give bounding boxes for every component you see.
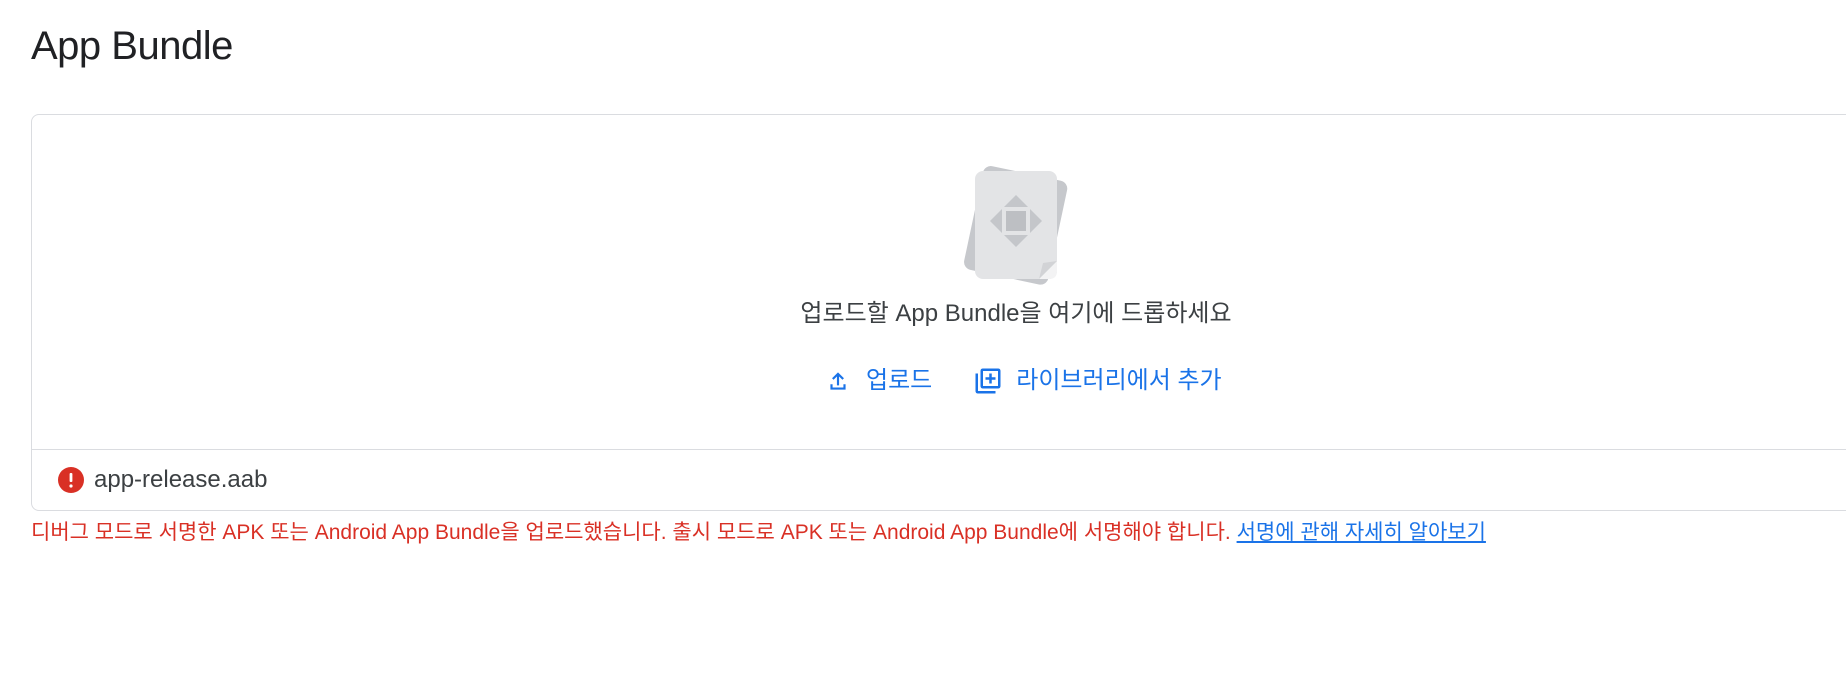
- learn-more-link[interactable]: 서명에 관해 자세히 알아보기: [1237, 521, 1486, 544]
- upload-button-label: 업로드: [866, 367, 933, 394]
- drop-hint-text: 업로드할 App Bundle을 여기에 드롭하세요: [800, 300, 1232, 327]
- error-message-text: 디버그 모드로 서명한 APK 또는 Android App Bundle을 업…: [31, 521, 1237, 544]
- add-from-library-button[interactable]: 라이브러리에서 추가: [972, 364, 1222, 398]
- error-icon: [58, 467, 84, 493]
- page-title: App Bundle: [31, 24, 233, 68]
- upload-card: 업로드할 App Bundle을 여기에 드롭하세요 업로드 라이브러리에서 추…: [31, 114, 1846, 511]
- file-name: app-release.aab: [94, 466, 268, 493]
- library-add-icon: [972, 365, 1004, 397]
- upload-icon: [822, 365, 854, 397]
- dropzone-actions: 업로드 라이브러리에서 추가: [822, 361, 1222, 401]
- upload-button[interactable]: 업로드: [822, 364, 932, 398]
- uploaded-file-row: app-release.aab: [32, 449, 1846, 511]
- dropzone[interactable]: 업로드할 App Bundle을 여기에 드롭하세요 업로드 라이브러리에서 추…: [32, 115, 1846, 450]
- app-bundle-file-icon: [959, 159, 1079, 289]
- add-from-library-label: 라이브러리에서 추가: [1016, 367, 1222, 394]
- error-message: 디버그 모드로 서명한 APK 또는 Android App Bundle을 업…: [31, 518, 1486, 548]
